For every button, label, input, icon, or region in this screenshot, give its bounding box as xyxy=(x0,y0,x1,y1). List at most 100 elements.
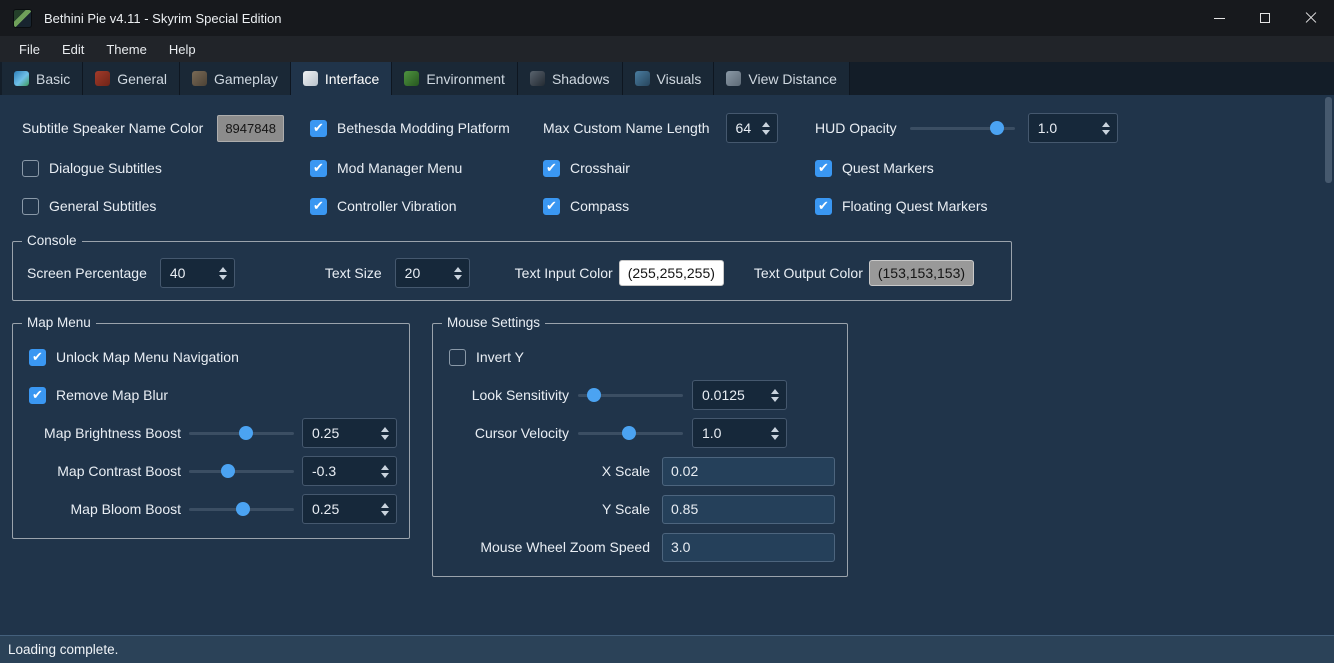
spinner-arrows[interactable] xyxy=(1095,121,1117,135)
checkbox-icon[interactable] xyxy=(310,159,327,177)
spin-up-icon[interactable] xyxy=(771,426,779,432)
slider-handle[interactable] xyxy=(236,502,251,516)
menu-edit[interactable]: Edit xyxy=(51,38,95,61)
text-output-color-button[interactable]: (153,153,153) xyxy=(868,260,975,286)
checkbox-compass[interactable]: Compass xyxy=(543,197,629,215)
look-sensitivity-slider[interactable] xyxy=(578,387,683,403)
spin-down-icon[interactable] xyxy=(761,129,770,135)
minimize-button[interactable] xyxy=(1196,0,1242,36)
spin-down-icon[interactable] xyxy=(771,434,779,440)
map-brightness-boost-spinbox[interactable]: 0.25 xyxy=(302,418,397,448)
lower-groups: Map Menu Unlock Map Menu Navigation Remo… xyxy=(12,315,1334,577)
map-bloom-boost-spinbox[interactable]: 0.25 xyxy=(302,494,397,524)
spin-up-icon[interactable] xyxy=(453,266,462,272)
tab-interface[interactable]: Interface xyxy=(290,62,393,95)
cursor-velocity-slider[interactable] xyxy=(578,425,683,441)
spin-up-icon[interactable] xyxy=(381,464,389,470)
checkbox-unlock-map-menu-navigation[interactable]: Unlock Map Menu Navigation xyxy=(29,348,239,366)
checkbox-icon[interactable] xyxy=(815,197,832,215)
tab-gameplay[interactable]: Gameplay xyxy=(180,62,291,95)
spinner-arrows[interactable] xyxy=(755,121,777,135)
checkbox-icon[interactable] xyxy=(310,197,327,215)
maximize-button[interactable] xyxy=(1242,0,1288,36)
checkbox-bethesda-modding-platform[interactable]: Bethesda Modding Platform xyxy=(310,119,510,137)
look-sensitivity-spinbox[interactable]: 0.0125 xyxy=(692,380,787,410)
spin-value: 40 xyxy=(169,265,186,281)
map-brightness-boost-slider[interactable] xyxy=(189,425,294,441)
spinner-arrows[interactable] xyxy=(764,388,786,402)
checkbox-floating-quest-markers[interactable]: Floating Quest Markers xyxy=(815,197,988,215)
text-input-color-button[interactable]: (255,255,255) xyxy=(618,260,724,286)
general-tab-icon xyxy=(95,71,111,86)
checkbox-icon[interactable] xyxy=(310,119,327,137)
menu-theme[interactable]: Theme xyxy=(95,38,157,61)
text-size-spinbox[interactable]: 20 xyxy=(394,258,470,288)
checkbox-quest-markers[interactable]: Quest Markers xyxy=(815,159,934,177)
slider-handle[interactable] xyxy=(220,464,235,478)
cursor-velocity-spinbox[interactable]: 1.0 xyxy=(692,418,787,448)
screen-percentage-spinbox[interactable]: 40 xyxy=(159,258,235,288)
hud-opacity-slider[interactable] xyxy=(909,120,1015,136)
checkbox-icon[interactable] xyxy=(22,197,39,215)
spin-down-icon[interactable] xyxy=(381,434,389,440)
menu-help[interactable]: Help xyxy=(158,38,207,61)
slider-handle[interactable] xyxy=(621,426,636,440)
checkbox-icon[interactable] xyxy=(22,159,39,177)
hud-opacity-spinbox[interactable]: 1.0 xyxy=(1027,113,1118,143)
vertical-scrollbar[interactable] xyxy=(1325,97,1332,633)
checkbox-dialogue-subtitles[interactable]: Dialogue Subtitles xyxy=(22,159,162,177)
mouse-wheel-zoom-speed-input[interactable] xyxy=(662,532,835,562)
spin-down-icon[interactable] xyxy=(1101,129,1110,135)
checkbox-invert-y[interactable]: Invert Y xyxy=(449,348,524,366)
y-scale-input[interactable] xyxy=(662,494,835,524)
spinner-arrows[interactable] xyxy=(374,502,396,516)
checkbox-icon[interactable] xyxy=(29,386,46,404)
slider-track[interactable] xyxy=(189,470,294,473)
spin-up-icon[interactable] xyxy=(381,502,389,508)
spinner-arrows[interactable] xyxy=(447,266,469,280)
menu-file[interactable]: File xyxy=(8,38,51,61)
map-contrast-boost-spinbox[interactable]: -0.3 xyxy=(302,456,397,486)
map-bloom-boost-slider[interactable] xyxy=(189,501,294,517)
subtitle-speaker-name-color-button[interactable]: 8947848 xyxy=(217,114,284,142)
spin-down-icon[interactable] xyxy=(771,396,779,402)
checkbox-controller-vibration[interactable]: Controller Vibration xyxy=(310,197,457,215)
spinner-arrows[interactable] xyxy=(374,464,396,478)
spin-down-icon[interactable] xyxy=(381,510,389,516)
spin-up-icon[interactable] xyxy=(771,388,779,394)
slider-handle[interactable] xyxy=(239,426,254,440)
spinner-arrows[interactable] xyxy=(374,426,396,440)
spin-down-icon[interactable] xyxy=(453,274,462,280)
checkbox-mod-manager-menu[interactable]: Mod Manager Menu xyxy=(310,159,462,177)
tab-environment[interactable]: Environment xyxy=(392,62,518,95)
map-contrast-boost-slider[interactable] xyxy=(189,463,294,479)
slider-handle[interactable] xyxy=(587,388,602,402)
max-custom-name-length-spinbox[interactable]: 64 xyxy=(725,113,778,143)
tab-general[interactable]: General xyxy=(83,62,181,95)
tab-visuals[interactable]: Visuals xyxy=(622,62,715,95)
checkbox-icon[interactable] xyxy=(29,348,46,366)
checkbox-icon[interactable] xyxy=(815,159,832,177)
spin-up-icon[interactable] xyxy=(381,426,389,432)
checkbox-icon[interactable] xyxy=(543,159,560,177)
checkbox-general-subtitles[interactable]: General Subtitles xyxy=(22,197,156,215)
spin-value: 1.0 xyxy=(1037,120,1058,136)
checkbox-icon[interactable] xyxy=(449,348,466,366)
tab-basic[interactable]: Basic xyxy=(2,62,84,95)
slider-handle[interactable] xyxy=(989,121,1004,135)
close-button[interactable] xyxy=(1288,0,1334,36)
spinner-arrows[interactable] xyxy=(212,266,234,280)
spin-down-icon[interactable] xyxy=(218,274,227,280)
spinner-arrows[interactable] xyxy=(764,426,786,440)
tab-view-distance[interactable]: View Distance xyxy=(714,62,850,95)
checkbox-icon[interactable] xyxy=(543,197,560,215)
spin-up-icon[interactable] xyxy=(218,266,227,272)
spin-up-icon[interactable] xyxy=(761,121,770,127)
checkbox-crosshair[interactable]: Crosshair xyxy=(543,159,630,177)
spin-up-icon[interactable] xyxy=(1101,121,1110,127)
x-scale-input[interactable] xyxy=(662,456,835,486)
tab-shadows[interactable]: Shadows xyxy=(517,62,623,95)
scrollbar-thumb[interactable] xyxy=(1325,97,1332,183)
spin-down-icon[interactable] xyxy=(381,472,389,478)
checkbox-remove-map-blur[interactable]: Remove Map Blur xyxy=(29,386,168,404)
